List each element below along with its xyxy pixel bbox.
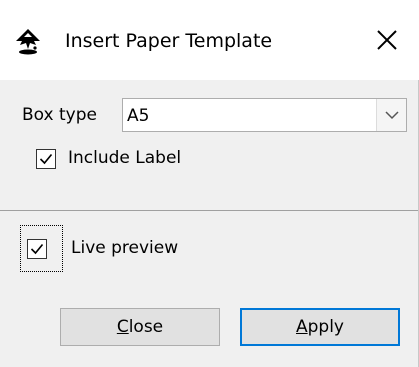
live-preview-row[interactable]: Live preview [27,236,227,266]
checkmark-icon [39,153,53,165]
chevron-down-icon [385,111,399,120]
live-preview-checkbox[interactable] [27,239,47,259]
inkscape-icon [13,27,43,57]
dialog-window: Insert Paper Template Box type A5 Includ… [0,0,419,367]
apply-label-rest: pply [307,317,344,337]
checkmark-icon [30,243,44,255]
include-label-checkbox[interactable] [36,149,56,169]
options-panel: Box type A5 Include Label [0,80,419,210]
include-label-text: Include Label [68,148,182,168]
close-button[interactable]: Close [60,308,220,346]
combobox-dropdown-button[interactable] [376,99,406,131]
close-label-rest: lose [128,317,164,337]
include-label-row[interactable]: Include Label [36,146,236,176]
box-type-combobox[interactable]: A5 [122,98,407,132]
window-title: Insert Paper Template [65,30,273,52]
close-mnemonic: C [116,317,129,337]
box-type-label: Box type [22,105,97,125]
apply-button[interactable]: Apply [240,308,400,346]
box-type-row: Box type A5 [22,98,407,132]
box-type-value: A5 [127,106,150,126]
live-preview-label: Live preview [71,238,179,258]
title-bar[interactable]: Insert Paper Template [0,0,419,80]
apply-mnemonic: A [295,317,308,337]
close-icon[interactable] [373,26,401,54]
